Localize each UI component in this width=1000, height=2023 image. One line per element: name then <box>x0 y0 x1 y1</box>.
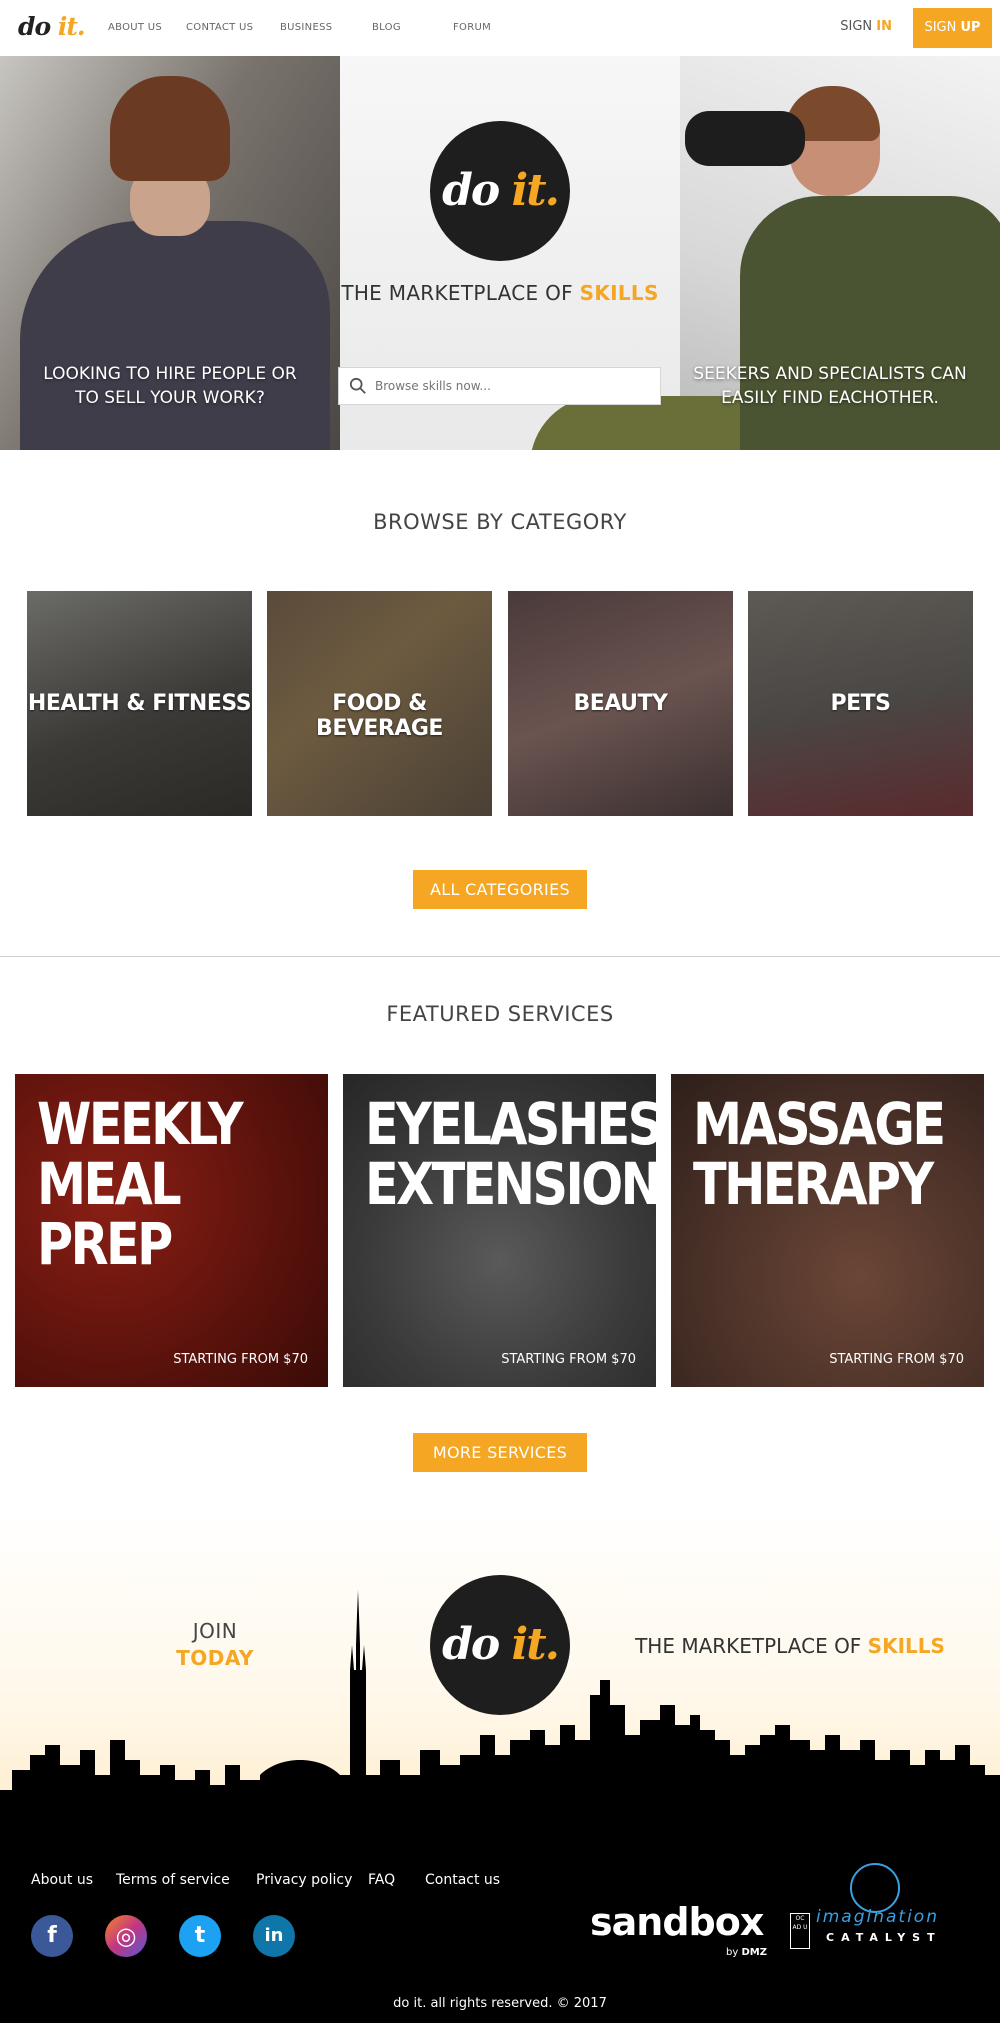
copyright: do it. all rights reserved. © 2017 <box>393 1996 607 2011</box>
hero-tagline: THE MARKETPLACE OF SKILLS <box>341 281 659 305</box>
section-divider <box>0 956 1000 957</box>
search-icon <box>349 377 366 394</box>
category-food-beverage[interactable]: FOOD & BEVERAGE <box>267 591 492 816</box>
service-price: STARTING FROM $70 <box>173 1352 308 1367</box>
footer-link-privacy[interactable]: Privacy policy <box>256 1872 352 1888</box>
service-title: WEEKLY MEAL PREP <box>37 1090 244 1278</box>
join-logo: do it. <box>430 1575 570 1715</box>
instagram-icon[interactable]: ◎ <box>105 1915 147 1957</box>
nav-forum[interactable]: FORUM <box>453 22 491 33</box>
service-card-eyelashes[interactable]: EYELASHES EXTENSIONS STARTING FROM $70 <box>343 1074 656 1387</box>
category-label: HEALTH & FITNESS <box>27 691 252 716</box>
footer-link-terms[interactable]: Terms of service <box>116 1872 230 1888</box>
all-categories-button[interactable]: ALL CATEGORIES <box>413 870 587 909</box>
site-logo[interactable]: do it. <box>18 12 86 41</box>
service-price: STARTING FROM $70 <box>829 1352 964 1367</box>
top-nav: do it. ABOUT US CONTACT US BUSINESS BLOG… <box>0 0 1000 56</box>
sandbox-byline: by DMZ <box>726 1947 767 1958</box>
search-box[interactable] <box>338 367 661 405</box>
category-pets[interactable]: PETS <box>748 591 973 816</box>
footer-link-about[interactable]: About us <box>31 1872 93 1888</box>
category-beauty[interactable]: BEAUTY <box>508 591 733 816</box>
facebook-icon[interactable]: f <box>31 1915 73 1957</box>
hero-right-text: SEEKERS AND SPECIALISTS CAN EASILY FIND … <box>693 364 967 408</box>
nav-business[interactable]: BUSINESS <box>280 22 332 33</box>
footer-link-faq[interactable]: FAQ <box>368 1872 395 1888</box>
browse-title: BROWSE BY CATEGORY <box>373 510 627 534</box>
service-title: EYELASHES EXTENSIONS <box>365 1090 656 1218</box>
sign-up-button[interactable]: SIGN UP <box>913 8 992 48</box>
category-label: BEAUTY <box>573 691 668 716</box>
footer: About us Terms of service Privacy policy… <box>0 1855 1000 2023</box>
nav-blog[interactable]: BLOG <box>372 22 401 33</box>
join-tagline: THE MARKETPLACE OF SKILLS <box>635 1634 945 1658</box>
sign-in-link[interactable]: SIGN IN <box>840 19 892 34</box>
category-health-fitness[interactable]: HEALTH & FITNESS <box>27 591 252 816</box>
featured-title: FEATURED SERVICES <box>386 1002 614 1026</box>
nav-about-us[interactable]: ABOUT US <box>108 22 162 33</box>
imagination-swirl-icon <box>850 1863 900 1913</box>
hero-left-text: LOOKING TO HIRE PEOPLE OR TO SELL YOUR W… <box>43 364 297 408</box>
twitter-icon[interactable]: t <box>179 1915 221 1957</box>
category-label: PETS <box>830 691 891 716</box>
service-card-meal-prep[interactable]: WEEKLY MEAL PREP STARTING FROM $70 <box>15 1074 328 1387</box>
ocad-logo: OC AD U <box>790 1913 810 1949</box>
service-title: MASSAGE THERAPY <box>693 1090 946 1218</box>
footer-link-contact[interactable]: Contact us <box>425 1872 500 1888</box>
catalyst-logo: CATALYST <box>826 1931 942 1944</box>
search-input[interactable] <box>375 368 655 404</box>
imagination-logo: imagination <box>816 1907 939 1927</box>
hero-banner: do it. THE MARKETPLACE OF SKILLS LOOKING… <box>0 56 1000 450</box>
linkedin-icon[interactable]: in <box>253 1915 295 1957</box>
nav-contact-us[interactable]: CONTACT US <box>186 22 253 33</box>
service-card-massage[interactable]: MASSAGE THERAPY STARTING FROM $70 <box>671 1074 984 1387</box>
category-label: FOOD & BEVERAGE <box>316 691 443 741</box>
join-banner: JOIN TODAY do it. THE MARKETPLACE OF SKI… <box>0 1510 1000 1855</box>
service-price: STARTING FROM $70 <box>501 1352 636 1367</box>
sandbox-logo: sandbox <box>590 1900 764 1944</box>
join-today-text: JOIN TODAY <box>176 1619 254 1670</box>
hero-logo: do it. <box>430 121 570 261</box>
more-services-button[interactable]: MORE SERVICES <box>413 1433 587 1472</box>
